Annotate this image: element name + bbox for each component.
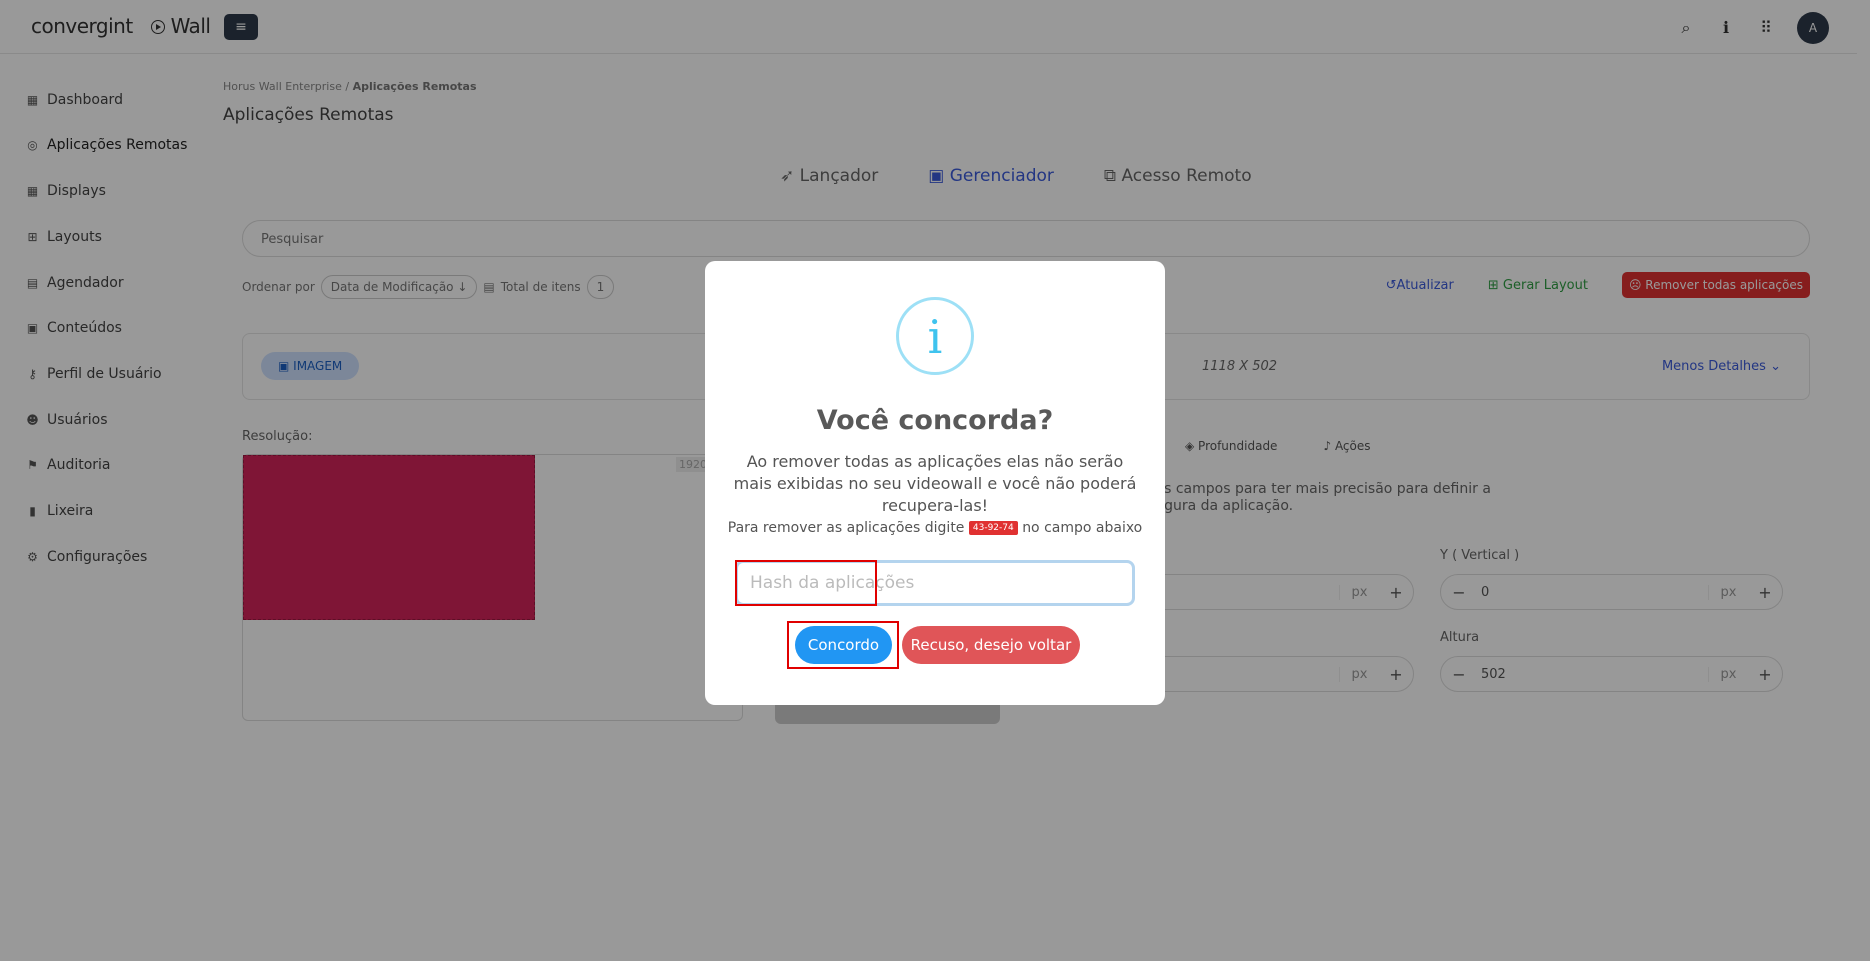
confirm-modal: i Você concorda? Ao remover todas as apl… — [705, 261, 1165, 705]
info-circle-icon: i — [896, 297, 974, 375]
instruction-after: no campo abaixo — [1022, 520, 1143, 536]
highlight-box — [735, 560, 877, 606]
modal-instruction: Para remover as aplicações digite 43-92-… — [705, 520, 1165, 536]
highlight-box — [787, 621, 899, 669]
instruction-before: Para remover as aplicações digite — [727, 520, 965, 536]
refuse-button[interactable]: Recuso, desejo voltar — [902, 626, 1080, 664]
hash-code: 43-92-74 — [968, 521, 1018, 535]
modal-message: Ao remover todas as aplicações elas não … — [733, 452, 1137, 515]
modal-title: Você concorda? — [816, 405, 1054, 436]
